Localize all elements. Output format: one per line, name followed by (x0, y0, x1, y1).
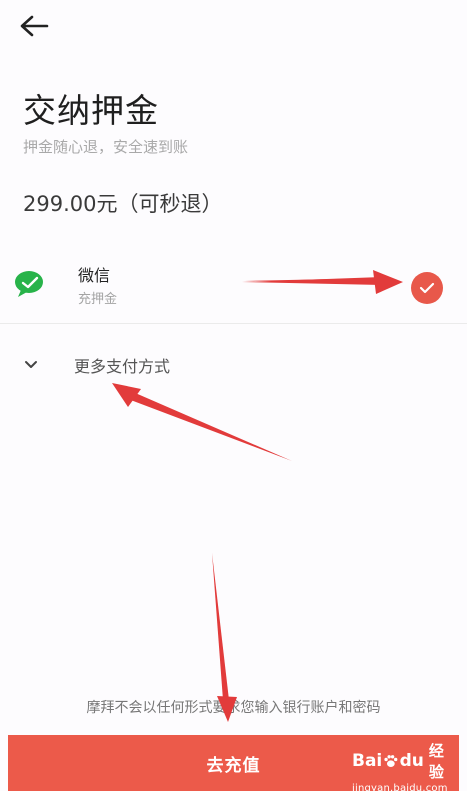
checkmark-circle-icon[interactable] (411, 272, 443, 304)
payment-method-name: 微信 (78, 266, 111, 285)
back-button[interactable] (16, 10, 52, 42)
watermark-product: 经验 (428, 742, 444, 781)
payment-method-description: 充押金 (78, 292, 118, 307)
arrow-left-icon (20, 15, 49, 37)
security-disclaimer: 摩拜不会以任何形式要求您输入银行账户和密码 (86, 700, 381, 716)
deposit-amount: 299.00元（可秒退） (23, 192, 223, 216)
wechat-logo (15, 271, 43, 297)
page-subtitle: 押金随心退，安全速到账 (23, 138, 189, 156)
watermark-brand-left: Bai (352, 751, 383, 771)
more-payment-label: 更多支付方式 (74, 357, 171, 376)
annotation-arrow-to-more-payment (112, 383, 292, 461)
watermark-url: jingyan.baidu.com (352, 783, 448, 791)
baidu-jingyan-watermark: Bai du 经验 jingyan.baidu.com (352, 740, 452, 791)
paw-icon (384, 755, 398, 767)
payment-screen: 交纳押金 押金随心退，安全速到账 299.00元（可秒退） 微信 充押金 更多支… (0, 0, 467, 791)
chevron-down-icon (25, 361, 37, 368)
more-payment-methods[interactable]: 更多支付方式 (0, 340, 467, 388)
watermark-brand-right: du (399, 751, 424, 771)
divider (0, 323, 467, 324)
wechat-pay-option[interactable]: 微信 充押金 (0, 250, 467, 322)
recharge-button-label: 去充值 (206, 755, 261, 776)
page-title: 交纳押金 (23, 91, 159, 130)
